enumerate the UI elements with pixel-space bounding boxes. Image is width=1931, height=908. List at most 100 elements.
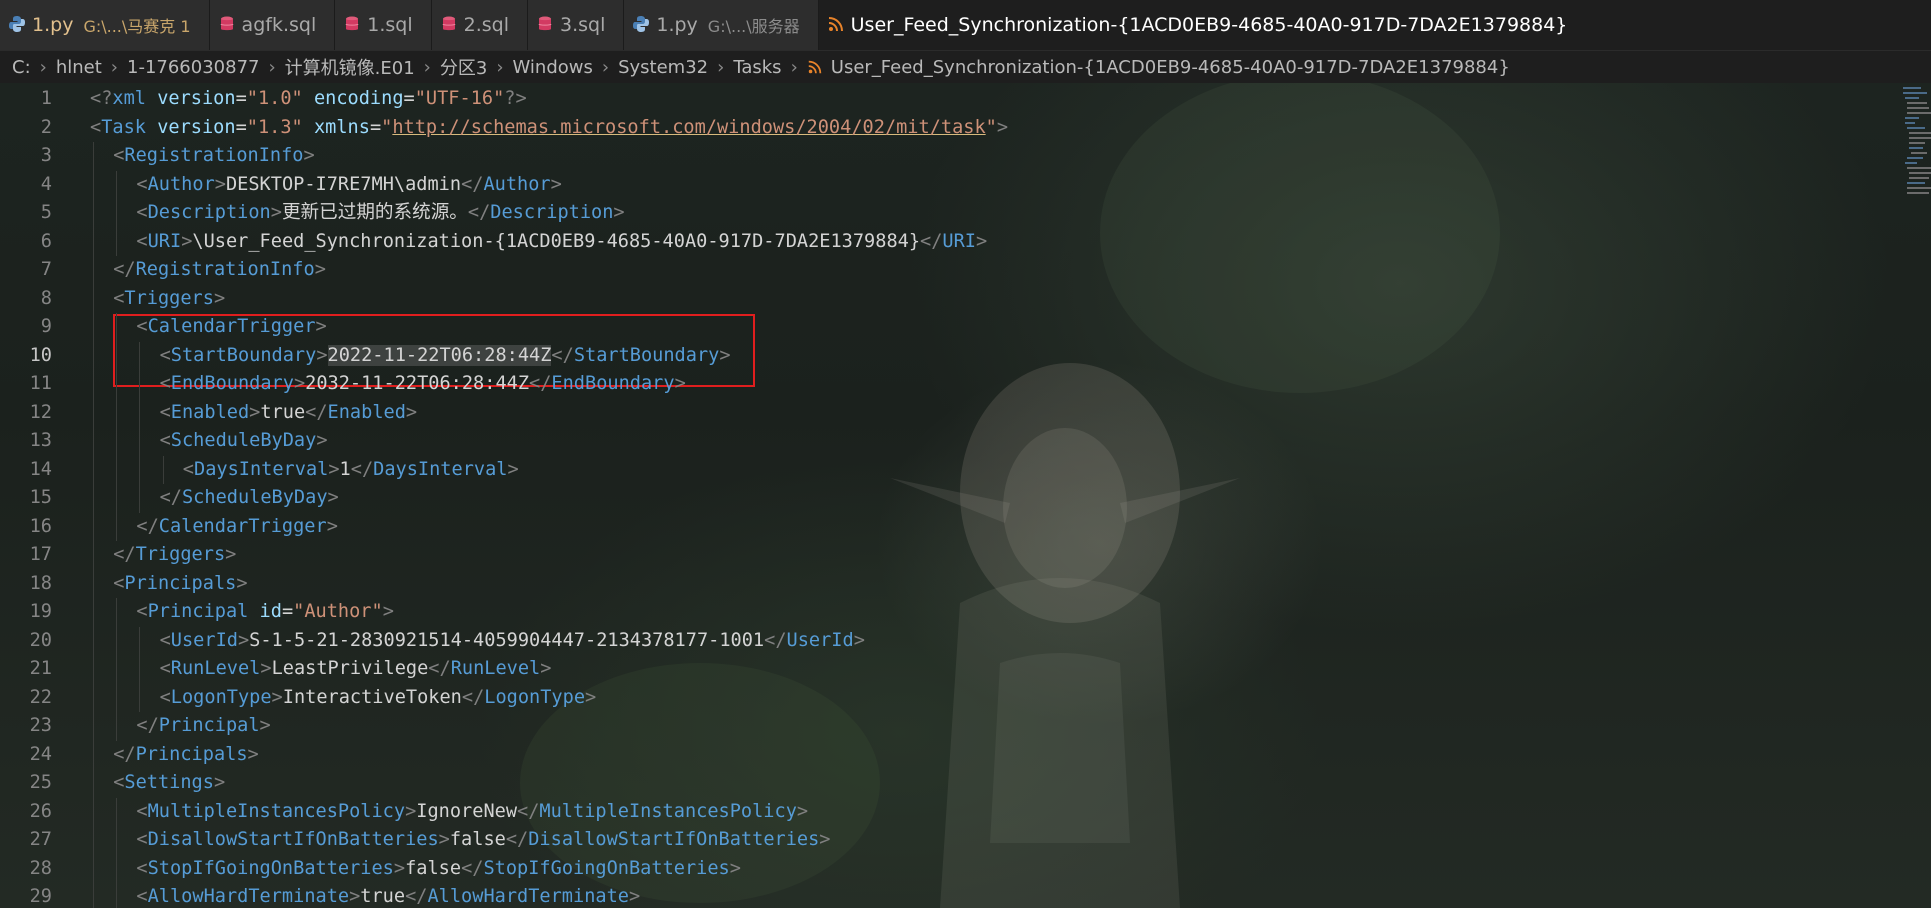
code-text: <?xml version="1.0" encoding="UTF-16"?> xyxy=(90,85,527,113)
code-token: > xyxy=(236,572,248,594)
code-line[interactable]: 1 <?xml version="1.0" encoding="UTF-16"?> xyxy=(0,85,1900,113)
code-token: StartBoundary xyxy=(573,344,720,366)
code-line[interactable]: 7 </RegistrationInfo> xyxy=(0,256,1900,285)
code-editor[interactable]: 1 <?xml version="1.0" encoding="UTF-16"?>… xyxy=(0,83,1931,908)
code-token: </ xyxy=(113,544,136,565)
code-token: < xyxy=(159,686,171,708)
code-token: < xyxy=(159,430,171,451)
code-line[interactable]: 29 <AllowHardTerminate>true</AllowHardTer… xyxy=(0,883,1900,908)
chevron-right-icon: › xyxy=(423,56,431,78)
minimap[interactable] xyxy=(1901,83,1931,203)
code-line[interactable]: 15 </ScheduleByDay> xyxy=(0,484,1900,513)
breadcrumb-item[interactable]: 1-1766030877 xyxy=(127,57,259,78)
code-token: > xyxy=(628,886,641,907)
code-text: <AllowHardTerminate>true</AllowHardTermi… xyxy=(136,883,640,908)
code-line[interactable]: 25 <Settings> xyxy=(0,769,1900,798)
indent-guide xyxy=(93,284,94,313)
breadcrumb-item[interactable]: hlnet xyxy=(56,57,102,78)
code-line[interactable]: 24 </Principals> xyxy=(0,740,1900,769)
code-text: <CalendarTrigger> xyxy=(136,313,326,341)
indent-guide xyxy=(93,854,94,883)
line-number: 14 xyxy=(29,458,52,480)
code-line[interactable]: 2 <Task version="1.3" xmlns="http://schem… xyxy=(0,114,1900,142)
tab-6[interactable]: User_Feed_Synchronization-{1ACD0EB9-4685… xyxy=(818,0,1931,50)
code-line[interactable]: 22 <LogonType>InteractiveToken</LogonType… xyxy=(0,683,1900,712)
tab-0[interactable]: 1.py G:\...\马赛克 1 xyxy=(0,0,210,50)
line-number: 1 xyxy=(40,88,52,109)
code-line[interactable]: 23 </Principal> xyxy=(0,712,1900,741)
code-line[interactable]: 17 </Triggers> xyxy=(0,541,1900,570)
code-line[interactable]: 13 <ScheduleByDay> xyxy=(0,427,1900,456)
indent-guide xyxy=(93,626,94,655)
breadcrumb-item[interactable]: Tasks xyxy=(733,57,781,78)
code-token: Enabled xyxy=(170,401,250,423)
tab-5[interactable]: 1.py G:\...\服务器 xyxy=(624,0,819,50)
tab-description: G:\...\马赛克 1 xyxy=(83,17,191,36)
code-line[interactable]: 11 <EndBoundary>2032-11-22T06:28:44Z</End… xyxy=(0,370,1900,399)
breadcrumb-item[interactable]: System32 xyxy=(618,57,708,78)
code-line[interactable]: 26 <MultipleInstancesPolicy>IgnoreNew</Mu… xyxy=(0,797,1900,826)
code-line[interactable]: 5 <Description>更新已过期的系统源。</Description> xyxy=(0,199,1900,228)
line-number: 6 xyxy=(40,230,52,252)
code-line[interactable]: 18 <Principals> xyxy=(0,569,1900,598)
code-line[interactable]: 10 <StartBoundary>2022-11-22T06:28:44Z</S… xyxy=(0,341,1900,370)
code-line[interactable]: 16 </CalendarTrigger> xyxy=(0,512,1900,541)
code-token: 更新已过期的系统源。 xyxy=(281,202,468,223)
tab-description: G:\...\服务器 xyxy=(707,17,800,36)
indent-guide xyxy=(139,455,141,484)
code-token: Principal xyxy=(147,601,249,622)
code-line[interactable]: 21 <RunLevel>LeastPrivilege</RunLevel> xyxy=(0,655,1900,684)
code-line[interactable]: 4 <Author>DESKTOP-I7RE7MH\admin</Author> xyxy=(0,170,1900,199)
code-token: </ xyxy=(461,686,485,708)
code-line[interactable]: 12 <Enabled>true</Enabled> xyxy=(0,398,1900,427)
code-token: > xyxy=(585,686,597,708)
breadcrumb-item[interactable]: Windows xyxy=(513,57,593,78)
breadcrumb-item[interactable]: User_Feed_Synchronization-{1ACD0EB9-4685… xyxy=(831,57,1510,78)
breadcrumb-item[interactable]: 计算机镜像.E01 xyxy=(285,54,415,80)
indent-guide xyxy=(93,598,94,627)
tab-1[interactable]: agfk.sql xyxy=(209,0,336,50)
indent-guide xyxy=(93,142,94,171)
code-token: "Author" xyxy=(293,601,383,622)
code-token: </ xyxy=(405,886,428,907)
code-token: RegistrationInfo xyxy=(124,145,304,166)
code-token: < xyxy=(159,658,171,679)
indent-guide xyxy=(93,227,94,256)
code-text: </Principals> xyxy=(113,741,259,769)
indent-guide xyxy=(116,370,118,399)
code-token: > xyxy=(976,230,988,252)
code-line[interactable]: 27 <DisallowStartIfOnBatteries>false</Dis… xyxy=(0,826,1900,855)
indent-guide xyxy=(139,341,141,370)
code-text: <Author>DESKTOP-I7RE7MH\admin</Author> xyxy=(136,171,561,199)
code-token: UserId xyxy=(786,629,854,651)
code-token: > xyxy=(249,401,261,423)
code-token: UserId xyxy=(170,629,238,651)
code-line[interactable]: 3 <RegistrationInfo> xyxy=(0,142,1900,171)
code-token: id xyxy=(259,601,282,622)
code-token: > xyxy=(225,544,237,565)
chevron-right-icon: › xyxy=(39,56,47,78)
code-line[interactable]: 28 <StopIfGoingOnBatteries>false</StopIfG… xyxy=(0,854,1900,883)
code-token: < xyxy=(159,629,171,651)
tab-4[interactable]: 3.sql xyxy=(527,0,625,50)
code-line[interactable]: 9 <CalendarTrigger> xyxy=(0,313,1900,342)
breadcrumb-item[interactable]: 分区3 xyxy=(440,54,487,80)
breadcrumb-item[interactable]: C: xyxy=(12,57,31,78)
code-line[interactable]: 14 <DaysInterval>1</DaysInterval> xyxy=(0,455,1900,484)
code-token: RegistrationInfo xyxy=(135,259,315,280)
tab-3[interactable]: 2.sql xyxy=(431,0,528,50)
code-text: </Triggers> xyxy=(113,541,236,569)
code-line[interactable]: 8 <Triggers> xyxy=(0,284,1900,313)
code-token: LeastPrivilege xyxy=(271,658,429,679)
line-number: 29 xyxy=(29,886,52,907)
code-token: EndBoundary xyxy=(170,373,294,394)
code-line[interactable]: 20 <UserId>S-1-5-21-2830921514-4059904447… xyxy=(0,626,1900,655)
chevron-right-icon: › xyxy=(268,56,276,78)
code-line[interactable]: 19 <Principal id="Author"> xyxy=(0,598,1900,627)
tab-2[interactable]: 1.sql xyxy=(335,0,432,50)
code-token: > xyxy=(996,116,1009,138)
line-number: 8 xyxy=(40,287,52,309)
code-token: false xyxy=(405,857,462,879)
code-line[interactable]: 6 <URI>\User_Feed_Synchronization-{1ACD0E… xyxy=(0,227,1900,256)
indent-guide xyxy=(116,512,118,541)
